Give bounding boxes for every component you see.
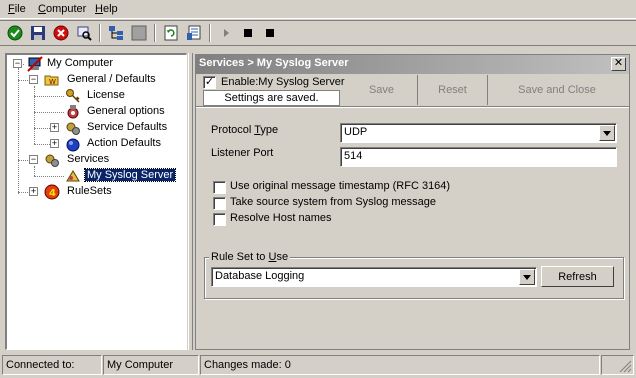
tree-item-license[interactable]: License [85,89,127,101]
menu-file[interactable]: File [8,3,26,15]
save-button[interactable]: Save [346,75,418,105]
status-computer-name: My Computer [103,355,199,375]
use-original-timestamp-checkbox[interactable] [213,181,226,194]
close-icon[interactable]: ✕ [611,57,626,71]
panel-title: Services > My Syslog Server [199,57,349,69]
tree-connector [34,176,64,177]
search-icon[interactable] [74,23,94,43]
stop-icon[interactable] [51,23,71,43]
tree-item-general-options[interactable]: General options [85,105,167,117]
status-changes-count: Changes made: 0 [200,355,600,375]
reset-button[interactable]: Reset [418,75,488,105]
tree-expand-toggle[interactable]: + [29,187,38,196]
folder-icon: W [44,72,60,88]
toolbar-divider [196,106,629,108]
tree-item-action-defaults[interactable]: Action Defaults [85,137,163,149]
enable-label: Enable:My Syslog Server [221,76,345,88]
chevron-down-icon[interactable] [519,269,535,285]
computer-icon [27,56,43,72]
tree-item-services[interactable]: Services [65,153,111,165]
menu-computer[interactable]: Computer [38,3,86,15]
protocol-type-select[interactable]: UDP [340,123,617,143]
tree-expand-toggle[interactable]: + [50,123,59,132]
use-original-timestamp-label: Use original message timestamp (RFC 3164… [230,180,451,192]
stop-square-icon[interactable] [238,23,258,43]
listener-port-label: Listener Port [211,147,274,159]
menu-help[interactable]: Help [95,3,118,15]
svg-text:W: W [49,78,56,86]
panel-header: Services > My Syslog Server ✕ [196,55,629,74]
tree-item-my-computer[interactable]: My Computer [45,57,115,69]
rulesets-icon: 4 [44,184,60,200]
tree-item-rulesets[interactable]: RuleSets [65,185,114,197]
navigation-tree: − My Computer − W General / Defaults Lic… [5,53,187,350]
refresh-icon[interactable] [161,23,181,43]
refresh-button[interactable]: Refresh [541,266,614,287]
tree-connector [34,144,50,145]
toolbar-separator [154,24,156,42]
syslog-server-icon [65,168,81,184]
tree-collapse-toggle[interactable]: − [13,59,22,68]
config-icon[interactable] [184,23,204,43]
status-bar: Connected to: My Computer Changes made: … [0,354,636,376]
tree-collapse-toggle[interactable]: − [29,75,38,84]
toolbar [0,20,636,46]
save-and-close-button[interactable]: Save and Close [488,75,626,105]
save-icon[interactable] [28,23,48,43]
status-connected-label: Connected to: [2,355,102,375]
save-status-text: Settings are saved. [203,90,340,106]
resize-grip-icon[interactable] [601,355,634,375]
chevron-down-icon[interactable] [599,125,615,141]
gear-icon [65,104,81,120]
services-icon [44,152,60,168]
protocol-type-label: Protocol Type [211,124,279,136]
gears-icon [65,120,81,136]
key-icon [65,88,81,104]
play-icon[interactable] [216,23,236,43]
resolve-host-names-checkbox[interactable] [213,213,226,226]
listener-port-input[interactable]: 514 [340,147,617,167]
tree-connector [34,96,64,97]
tree-item-my-syslog-server[interactable]: My Syslog Server [83,168,177,182]
toolbar-separator [99,24,101,42]
tree-connector [34,112,64,113]
tree-collapse-toggle[interactable]: − [29,155,38,164]
enable-checkbox[interactable]: ✓ [203,76,216,89]
take-source-system-checkbox[interactable] [213,197,226,210]
tree-item-service-defaults[interactable]: Service Defaults [85,121,169,133]
ruleset-group-title: Rule Set to Use [209,251,291,263]
resolve-host-names-label: Resolve Host names [230,212,332,224]
svg-text:4: 4 [49,188,56,199]
blank-icon[interactable] [129,23,149,43]
take-source-system-label: Take source system from Syslog message [230,196,437,208]
check-icon[interactable] [5,23,25,43]
service-config-panel: Services > My Syslog Server ✕ ✓ Enable:M… [195,54,630,350]
tree-expand-toggle[interactable]: + [50,139,59,148]
tree-connector [18,68,19,194]
tree-icon[interactable] [106,23,126,43]
stop-square-small-icon[interactable] [260,23,280,43]
tree-item-general-defaults[interactable]: General / Defaults [65,73,158,85]
tree-connector [34,128,50,129]
panel-splitter[interactable] [188,53,193,350]
menu-bar: File Computer Help [0,0,636,19]
tree-connector [34,86,35,144]
ruleset-select[interactable]: Database Logging [211,267,537,287]
action-icon [65,136,81,152]
toolbar-separator [209,24,211,42]
tree-connector [34,166,35,176]
